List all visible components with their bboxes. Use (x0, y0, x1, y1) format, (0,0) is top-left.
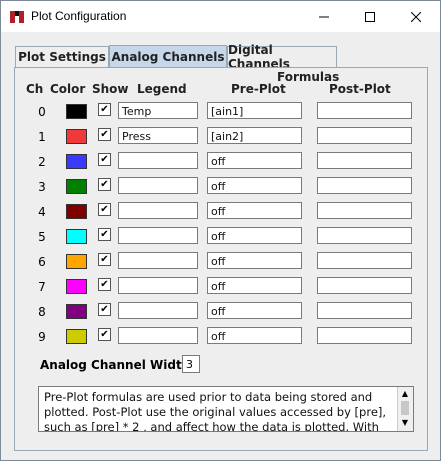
header-legend: Legend (137, 82, 187, 96)
analog-channel-width-label: Analog Channel Width: (40, 358, 196, 372)
pre-plot-field[interactable]: off (207, 202, 302, 219)
channel-number: 3 (38, 180, 46, 194)
post-plot-field[interactable] (317, 327, 412, 344)
channel-row: 4 ✔ off (15, 202, 427, 224)
channel-number: 0 (38, 105, 46, 119)
app-logo-icon (10, 11, 24, 23)
channel-number: 7 (38, 280, 46, 294)
formula-description-text: Pre-Plot formulas are used prior to data… (44, 390, 387, 432)
channel-number: 4 (38, 205, 46, 219)
legend-field[interactable] (118, 227, 198, 244)
tab-plot-settings[interactable]: Plot Settings (15, 46, 109, 67)
scroll-down-icon[interactable]: ▼ (400, 418, 410, 428)
channel-color-swatch[interactable] (66, 329, 87, 344)
post-plot-field[interactable] (317, 102, 412, 119)
legend-field[interactable] (118, 152, 198, 169)
pre-plot-field[interactable]: [ain1] (207, 102, 302, 119)
pre-plot-field[interactable]: [ain2] (207, 127, 302, 144)
pre-plot-field[interactable]: off (207, 252, 302, 269)
post-plot-field[interactable] (317, 252, 412, 269)
header-show: Show (92, 82, 129, 96)
show-checkbox[interactable]: ✔ (98, 278, 111, 291)
post-plot-field[interactable] (317, 152, 412, 169)
header-post-plot: Post-Plot (329, 82, 391, 96)
header-color: Color (50, 82, 86, 96)
close-button[interactable] (393, 1, 439, 32)
header-ch: Ch (26, 82, 44, 96)
channel-row: 5 ✔ off (15, 227, 427, 249)
channel-row: 0 ✔ Temp [ain1] (15, 102, 427, 124)
legend-field[interactable] (118, 177, 198, 194)
formula-description-box[interactable]: Pre-Plot formulas are used prior to data… (38, 386, 414, 432)
description-scrollbar[interactable]: ▲ ▼ (397, 387, 413, 431)
analog-channel-width-field[interactable]: 3 (182, 355, 200, 373)
show-checkbox[interactable]: ✔ (98, 228, 111, 241)
legend-field[interactable] (118, 277, 198, 294)
tab-analog-channels[interactable]: Analog Channels (109, 45, 227, 68)
show-checkbox[interactable]: ✔ (98, 253, 111, 266)
plot-configuration-window: Plot Configuration Plot Settings Analog … (0, 0, 441, 461)
title-bar[interactable]: Plot Configuration (1, 1, 440, 32)
legend-field[interactable] (118, 252, 198, 269)
tab-digital-channels[interactable]: Digital Channels (227, 43, 337, 71)
channel-row: 7 ✔ off (15, 277, 427, 299)
post-plot-field[interactable] (317, 277, 412, 294)
legend-field[interactable] (118, 202, 198, 219)
channel-number: 5 (38, 230, 46, 244)
channel-color-swatch[interactable] (66, 179, 87, 194)
show-checkbox[interactable]: ✔ (98, 103, 111, 116)
show-checkbox[interactable]: ✔ (98, 203, 111, 216)
channel-color-swatch[interactable] (66, 104, 87, 119)
show-checkbox[interactable]: ✔ (98, 128, 111, 141)
header-pre-plot: Pre-Plot (231, 82, 286, 96)
channel-color-swatch[interactable] (66, 279, 87, 294)
legend-field[interactable] (118, 302, 198, 319)
window-title: Plot Configuration (31, 9, 127, 23)
channel-row: 3 ✔ off (15, 177, 427, 199)
close-icon (411, 11, 421, 22)
channel-number: 9 (38, 330, 46, 344)
channel-number: 1 (38, 130, 46, 144)
scroll-thumb[interactable] (401, 401, 409, 415)
channel-row: 6 ✔ off (15, 252, 427, 274)
channel-number: 6 (38, 255, 46, 269)
show-checkbox[interactable]: ✔ (98, 153, 111, 166)
channel-color-swatch[interactable] (66, 129, 87, 144)
channel-row: 9 ✔ off (15, 327, 427, 349)
legend-field[interactable] (118, 327, 198, 344)
show-checkbox[interactable]: ✔ (98, 178, 111, 191)
pre-plot-field[interactable]: off (207, 227, 302, 244)
pre-plot-field[interactable]: off (207, 277, 302, 294)
pre-plot-field[interactable]: off (207, 152, 302, 169)
channel-color-swatch[interactable] (66, 229, 87, 244)
channel-number: 8 (38, 305, 46, 319)
channel-row: 8 ✔ off (15, 302, 427, 324)
show-checkbox[interactable]: ✔ (98, 328, 111, 341)
post-plot-field[interactable] (317, 177, 412, 194)
scroll-up-icon[interactable]: ▲ (400, 389, 410, 399)
maximize-icon (365, 11, 375, 22)
show-checkbox[interactable]: ✔ (98, 303, 111, 316)
minimize-button[interactable] (301, 1, 347, 32)
minimize-icon (319, 16, 329, 17)
channel-row: 2 ✔ off (15, 152, 427, 174)
channel-number: 2 (38, 155, 46, 169)
post-plot-field[interactable] (317, 227, 412, 244)
post-plot-field[interactable] (317, 302, 412, 319)
post-plot-field[interactable] (317, 127, 412, 144)
maximize-button[interactable] (347, 1, 393, 32)
channel-row: 1 ✔ Press [ain2] (15, 127, 427, 149)
channel-color-swatch[interactable] (66, 154, 87, 169)
post-plot-field[interactable] (317, 202, 412, 219)
pre-plot-field[interactable]: off (207, 177, 302, 194)
channel-color-swatch[interactable] (66, 204, 87, 219)
legend-field[interactable]: Press (118, 127, 198, 144)
analog-channels-panel: Ch Color Show Legend Formulas Pre-Plot P… (14, 67, 428, 451)
legend-field[interactable]: Temp (118, 102, 198, 119)
channel-color-swatch[interactable] (66, 304, 87, 319)
pre-plot-field[interactable]: off (207, 327, 302, 344)
pre-plot-field[interactable]: off (207, 302, 302, 319)
channel-color-swatch[interactable] (66, 254, 87, 269)
